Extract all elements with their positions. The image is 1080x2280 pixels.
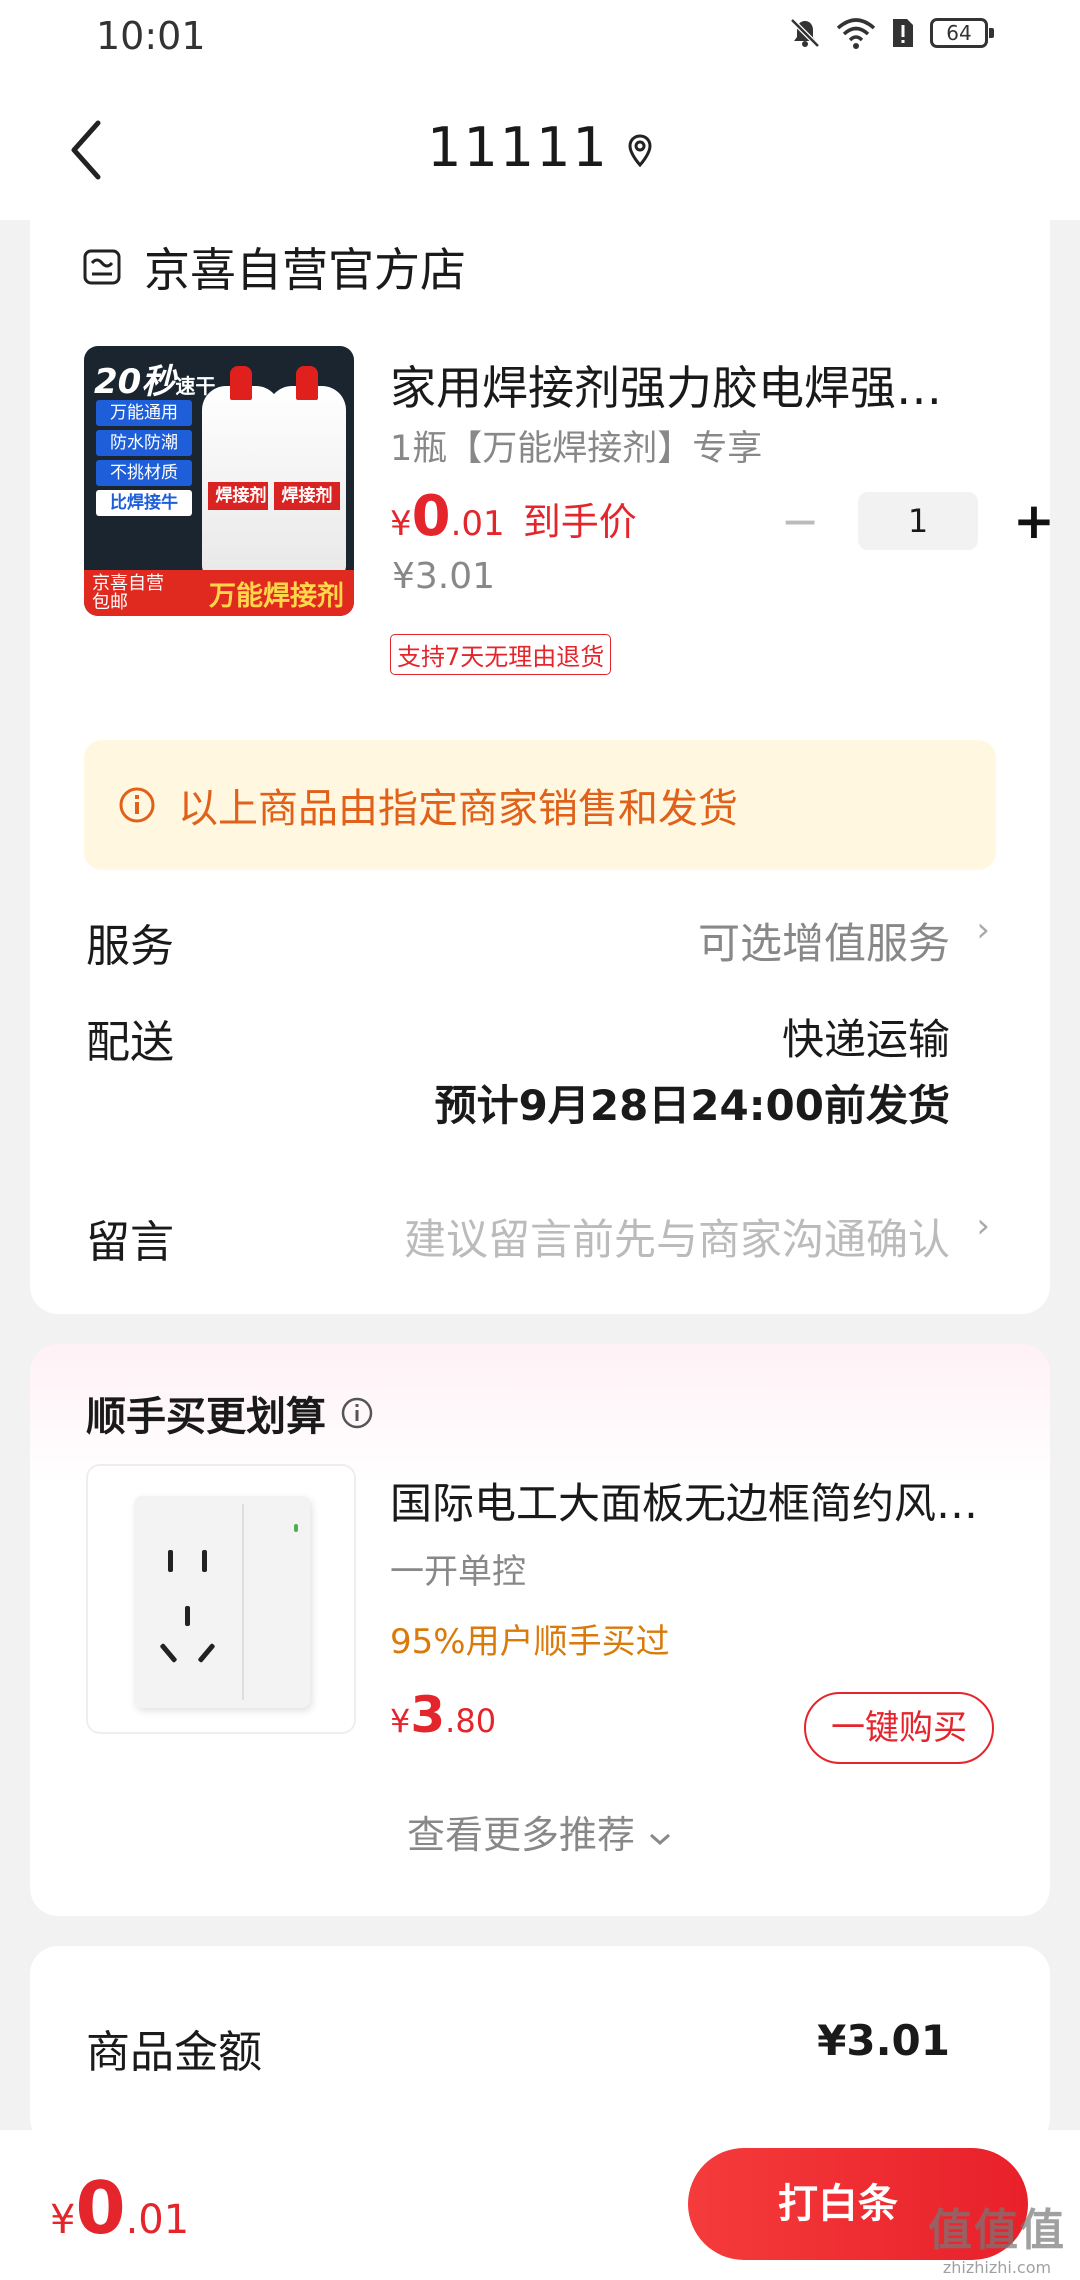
goods-amount-value: ¥3.01: [817, 2016, 950, 2065]
store-name: 京喜自营官方店: [144, 243, 466, 297]
product-original-price: ¥3.01: [392, 556, 496, 597]
status-icons: 64: [788, 16, 994, 50]
recommendation-card: 顺手买更划算 国际电工大面板无边框简约风… 一开单控 95%用户顺手买过 ¥3.…: [30, 1344, 1050, 1916]
recommendation-name[interactable]: 国际电工大面板无边框简约风…: [390, 1470, 1000, 1531]
wall-socket-graphic: [134, 1496, 310, 1708]
goods-amount-label: 商品金额: [86, 2027, 262, 2078]
product-image-footer: 京喜自营 包邮 万能焊接剂: [84, 570, 354, 616]
product-image-tag: 比焊接牛: [96, 490, 192, 516]
seller-notice-text: 以上商品由指定商家销售和发货: [178, 786, 738, 832]
message-input[interactable]: 建议留言前先与商家沟通确认: [404, 1206, 950, 1267]
product-image-tag: 万能通用: [96, 400, 192, 426]
chevron-down-icon: [650, 1833, 671, 1846]
quantity-stepper: − 1 +: [770, 492, 1062, 550]
chevron-right-icon: ›: [976, 1206, 990, 1246]
total-price: ¥0.01: [50, 2166, 190, 2250]
product-title[interactable]: 家用焊接剂强力胶电焊强…: [390, 352, 1000, 418]
checkout-bar: ¥0.01 打白条 值值值 zhizhizhi.com: [0, 2130, 1080, 2280]
status-bar: 10:01 64: [0, 0, 1080, 80]
quantity-decrease-button[interactable]: −: [770, 494, 830, 548]
message-label: 留言: [86, 1217, 174, 1268]
store-icon: [83, 249, 121, 285]
delivery-method: 快递运输: [781, 1015, 950, 1064]
service-value: 可选增值服务: [697, 919, 950, 968]
product-spec: 1瓶【万能焊接剂】专享: [390, 429, 763, 469]
quantity-increase-button[interactable]: +: [1006, 492, 1062, 550]
nav-bar: 11111: [0, 80, 1080, 220]
recommendation-spec: 一开单控: [390, 1552, 526, 1592]
glue-bottle-graphic: 焊接剂: [268, 366, 346, 576]
recommendation-hint: 95%用户顺手买过: [390, 1622, 670, 1662]
location-pin-icon: [628, 134, 652, 168]
watermark: 值值值 zhizhizhi.com: [928, 2205, 1066, 2277]
recommendation-title: 顺手买更划算: [86, 1384, 374, 1442]
chevron-right-icon: ›: [976, 910, 990, 950]
recommendation-price: ¥3.80: [390, 1686, 497, 1744]
seller-notice: 以上商品由指定商家销售和发货: [84, 740, 996, 870]
sim-alert-icon: [893, 19, 913, 47]
store-row[interactable]: 京喜自营官方店: [82, 234, 466, 300]
return-policy-badge: 支持7天无理由退货: [390, 634, 612, 675]
service-label: 服务: [86, 921, 174, 972]
one-click-buy-button[interactable]: 一键购买: [804, 1692, 994, 1764]
quantity-input[interactable]: 1: [858, 492, 978, 550]
product-image-headline: 20秒速干: [94, 362, 216, 402]
product-image-tag: 不挑材质: [96, 460, 192, 486]
status-time: 10:01: [96, 14, 206, 58]
info-icon[interactable]: [340, 1396, 374, 1430]
product-image[interactable]: 20秒速干 万能通用 防水防潮 不挑材质 比焊接牛 焊接剂 焊接剂 京喜自营 包邮…: [84, 346, 354, 616]
page-title[interactable]: 11111: [0, 116, 1080, 179]
mute-bell-icon: [790, 18, 820, 48]
order-item-card: 京喜自营官方店 20秒速干 万能通用 防水防潮 不挑材质 比焊接牛 焊接剂 焊接…: [30, 200, 1055, 1314]
address-label: 11111: [427, 116, 609, 179]
recommendation-image[interactable]: [86, 1464, 356, 1734]
delivery-label: 配送: [86, 1017, 174, 1068]
more-recommendations-button[interactable]: 查看更多推荐: [30, 1804, 1050, 1859]
wifi-icon: [836, 18, 876, 49]
summary-card: 商品金额 ¥3.01: [30, 1946, 1050, 2146]
product-image-tag: 防水防潮: [96, 430, 192, 456]
battery-icon: 64: [930, 18, 994, 48]
info-icon: [119, 787, 155, 823]
delivery-eta: 预计9月28日24:00前发货: [434, 1081, 950, 1130]
product-price: ¥0.01 到手价: [390, 484, 637, 549]
